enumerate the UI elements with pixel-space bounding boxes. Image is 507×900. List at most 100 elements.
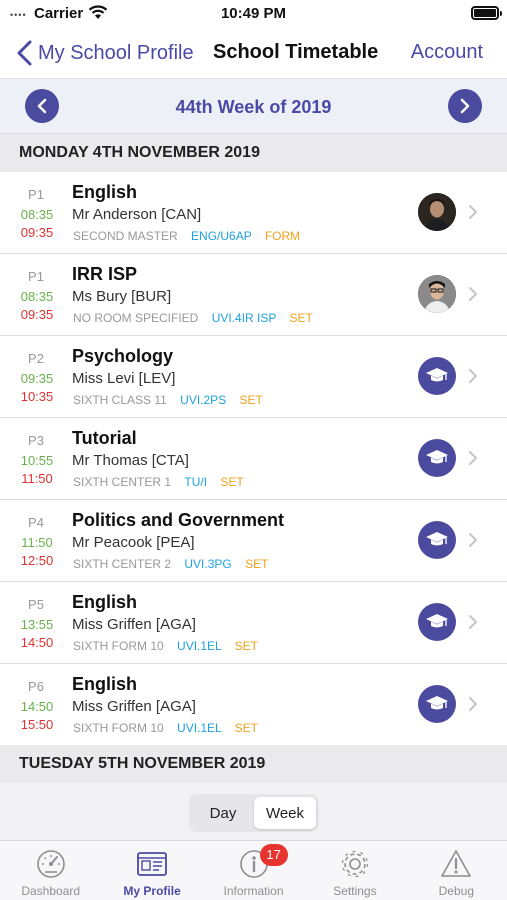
- class-type: FORM: [264, 229, 301, 243]
- start-time: 09:35: [20, 371, 54, 386]
- lesson-row[interactable]: P3 10:55 11:50 Tutorial Mr Thomas [CTA] …: [0, 418, 507, 500]
- teacher-avatar: [418, 275, 456, 313]
- clock-time: 10:49 PM: [220, 5, 287, 22]
- lesson-row[interactable]: P6 14:50 15:50 English Miss Griffen [AGA…: [0, 664, 507, 746]
- tab-debug[interactable]: Debug: [406, 841, 507, 900]
- graduation-cap-icon: [426, 696, 448, 710]
- tab-label: Dashboard: [21, 884, 81, 898]
- lesson-meta: SIXTH CENTER 1 TU/I SET: [73, 475, 244, 489]
- class-type: SET: [245, 557, 269, 571]
- chevron-right-icon: [460, 98, 470, 114]
- teacher-name: Miss Griffen [AGA]: [72, 616, 196, 633]
- start-time: 08:35: [20, 207, 54, 222]
- period-label: P5: [28, 597, 44, 612]
- chevron-right-icon: [469, 369, 477, 383]
- graduation-cap-icon: [426, 450, 448, 464]
- lesson-meta: SIXTH FORM 10 UVI.1EL SET: [73, 721, 258, 735]
- lesson-meta: SECOND MASTER ENG/U6AP FORM: [73, 229, 300, 243]
- end-time: 15:50: [20, 717, 54, 732]
- lesson-row[interactable]: P1 08:35 09:35 English Mr Anderson [CAN]…: [0, 172, 507, 254]
- subject-name: IRR ISP: [72, 264, 138, 284]
- teacher-name: Mr Anderson [CAN]: [72, 206, 202, 223]
- start-time: 11:50: [21, 535, 53, 550]
- room-label: SIXTH CENTER 2: [73, 557, 172, 571]
- room-label: NO ROOM SPECIFIED: [73, 311, 199, 325]
- group-code: ENG/U6AP: [191, 229, 252, 243]
- period-label: P3: [28, 433, 44, 448]
- end-time: 09:35: [20, 307, 54, 322]
- class-type: SET: [239, 393, 263, 407]
- group-code: UVI.1EL: [177, 721, 222, 735]
- end-time: 10:35: [20, 389, 54, 404]
- room-label: SIXTH FORM 10: [73, 639, 164, 653]
- tab-settings[interactable]: Settings: [304, 841, 405, 900]
- teacher-name: Miss Levi [LEV]: [72, 370, 176, 387]
- lesson-row[interactable]: P2 09:35 10:35 Psychology Miss Levi [LEV…: [0, 336, 507, 418]
- lesson-row[interactable]: P5 13:55 14:50 English Miss Griffen [AGA…: [0, 582, 507, 664]
- gear-icon: [341, 850, 369, 878]
- start-time: 13:55: [20, 617, 54, 632]
- teacher-avatar: [418, 193, 456, 231]
- end-time: 14:50: [20, 635, 54, 650]
- navigation-bar: My School Profile School Timetable Accou…: [0, 30, 507, 78]
- tab-information[interactable]: 17 Information: [203, 841, 304, 900]
- room-label: SECOND MASTER: [73, 229, 178, 243]
- class-type: SET: [234, 721, 258, 735]
- subject-name: English: [72, 674, 138, 694]
- room-label: SIXTH CENTER 1: [73, 475, 172, 489]
- speedometer-icon: [36, 850, 65, 878]
- next-week-button[interactable]: [448, 89, 482, 123]
- start-time: 14:50: [20, 699, 54, 714]
- account-button[interactable]: Account: [411, 41, 483, 64]
- notification-badge: 17: [259, 844, 288, 866]
- status-bar: •••• Carrier 10:49 PM: [0, 0, 507, 30]
- lesson-meta: SIXTH CENTER 2 UVI.3PG SET: [73, 557, 268, 571]
- end-time: 12:50: [20, 553, 54, 568]
- week-label: 44th Week of 2019: [175, 97, 332, 117]
- period-label: P1: [28, 269, 44, 284]
- period-label: P6: [28, 679, 44, 694]
- tab-label: Information: [223, 884, 284, 898]
- warning-icon: [441, 850, 472, 877]
- room-label: SIXTH CLASS 11: [73, 393, 167, 407]
- class-avatar: [418, 685, 456, 723]
- chevron-right-icon: [469, 615, 477, 629]
- tab-dashboard[interactable]: Dashboard: [0, 841, 101, 900]
- period-label: P1: [28, 187, 44, 202]
- week-view-segment[interactable]: Week: [254, 797, 316, 829]
- day-header-monday: MONDAY 4TH NOVEMBER 2019: [0, 134, 507, 172]
- class-avatar: [418, 603, 456, 641]
- group-code: TU/I: [184, 475, 208, 489]
- class-avatar: [418, 521, 456, 559]
- tab-label: Debug: [438, 884, 475, 898]
- lesson-row[interactable]: P4 11:50 12:50 Politics and Government M…: [0, 500, 507, 582]
- chevron-right-icon: [469, 533, 477, 547]
- group-code: UVI.2PS: [180, 393, 227, 407]
- subject-name: Tutorial: [72, 428, 137, 448]
- group-code: UVI.1EL: [177, 639, 222, 653]
- teacher-name: Mr Peacook [PEA]: [72, 534, 195, 551]
- view-mode-segmented-control: Day Week: [189, 794, 319, 832]
- subject-name: English: [72, 182, 138, 202]
- class-type: SET: [220, 475, 244, 489]
- start-time: 10:55: [20, 453, 54, 468]
- day-header-tuesday: TUESDAY 5TH NOVEMBER 2019: [0, 745, 507, 783]
- view-mode-area: Day Week: [0, 783, 507, 840]
- day-view-segment[interactable]: Day: [192, 797, 254, 829]
- tab-my-profile[interactable]: My Profile: [101, 841, 202, 900]
- profile-card-icon: [137, 852, 168, 876]
- battery-icon: [471, 6, 502, 20]
- chevron-right-icon: [469, 287, 477, 301]
- tab-bar: Dashboard My Profile 17 Information Sett…: [0, 840, 507, 900]
- lesson-list: P1 08:35 09:35 English Mr Anderson [CAN]…: [0, 172, 507, 746]
- page-title: School Timetable: [213, 41, 379, 63]
- tab-label: Settings: [333, 884, 377, 898]
- back-button-label: My School Profile: [38, 41, 194, 64]
- graduation-cap-icon: [426, 614, 448, 628]
- lesson-row[interactable]: P1 08:35 09:35 IRR ISP Ms Bury [BUR] NO …: [0, 254, 507, 336]
- teacher-name: Mr Thomas [CTA]: [72, 452, 189, 469]
- week-selector: 44th Week of 2019: [0, 78, 507, 134]
- graduation-cap-icon: [426, 532, 448, 546]
- back-button[interactable]: My School Profile: [14, 38, 194, 68]
- lesson-meta: SIXTH FORM 10 UVI.1EL SET: [73, 639, 258, 653]
